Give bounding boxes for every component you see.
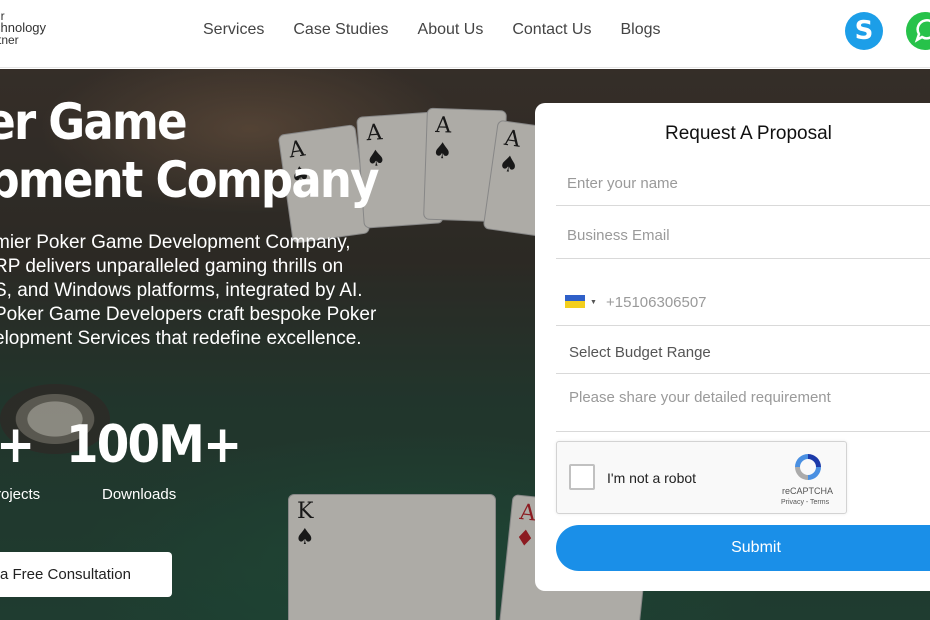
- stat-value: +: [0, 415, 36, 475]
- submit-label: Submit: [731, 539, 781, 556]
- intro-line: elopment Services that redefine excellen…: [0, 328, 362, 349]
- budget-select-label: Select Budget Range: [569, 344, 711, 361]
- intro-line: S, and Windows platforms, integrated by …: [0, 280, 363, 301]
- requirement-placeholder: Please share your detailed requirement: [569, 389, 831, 406]
- logo-line-3: rtner: [0, 33, 19, 47]
- nav-services[interactable]: Services: [203, 20, 264, 40]
- proposal-form: Request A Proposal Enter your name Busin…: [535, 103, 930, 591]
- hero-title-line-1: er Game: [0, 93, 188, 151]
- name-placeholder: Enter your name: [567, 175, 678, 192]
- nav-contact-us[interactable]: Contact Us: [512, 20, 591, 40]
- nav-about-us[interactable]: About Us: [418, 20, 484, 40]
- ukraine-flag-icon[interactable]: [565, 295, 585, 309]
- stat-label: Downloads: [102, 486, 177, 503]
- phone-placeholder: +15106306507: [606, 294, 707, 311]
- requirement-textarea[interactable]: Please share your detailed requirement: [556, 378, 930, 432]
- hero-intro: mier Poker Game Development Company, RP …: [0, 231, 434, 351]
- recaptcha-checkbox[interactable]: [569, 464, 595, 490]
- skype-icon[interactable]: S: [845, 12, 883, 50]
- recaptcha-privacy-terms[interactable]: Privacy - Terms: [781, 499, 829, 506]
- whatsapp-icon[interactable]: [906, 12, 930, 50]
- page: ur chnology rtner Services Case Studies …: [0, 0, 930, 620]
- email-input[interactable]: Business Email: [556, 211, 930, 259]
- intro-line: mier Poker Game Development Company,: [0, 232, 351, 253]
- recaptcha-widget: I'm not a robot reCAPTCHA Privacy - Term…: [556, 441, 847, 514]
- company-logo[interactable]: ur chnology rtner: [0, 10, 74, 46]
- budget-select[interactable]: Select Budget Range: [556, 330, 930, 374]
- stat-value: 100M+: [66, 415, 242, 475]
- intro-line: Poker Game Developers craft bespoke Poke…: [0, 304, 377, 325]
- recaptcha-brand: reCAPTCHA: [782, 486, 834, 496]
- stat-label: rojects: [0, 486, 41, 503]
- recaptcha-icon: [795, 454, 821, 480]
- stat-downloads: 100M+ Downloads: [66, 415, 260, 503]
- name-input[interactable]: Enter your name: [556, 158, 930, 206]
- email-placeholder: Business Email: [567, 227, 670, 244]
- form-title: Request A Proposal: [665, 123, 832, 144]
- stat-projects: + rojects: [0, 415, 40, 503]
- free-consultation-button[interactable]: a Free Consultation: [0, 552, 172, 597]
- hero-title: er Game elopment Company: [0, 93, 379, 209]
- recaptcha-label: I'm not a robot: [607, 470, 697, 486]
- phone-input[interactable]: ▼ +15106306507: [556, 279, 930, 326]
- consultation-label: a Free Consultation: [0, 566, 131, 583]
- main-nav: Services Case Studies About Us Contact U…: [203, 20, 690, 40]
- intro-line: RP delivers unparalleled gaming thrills …: [0, 256, 344, 277]
- chevron-down-icon[interactable]: ▼: [590, 299, 597, 306]
- site-header: ur chnology rtner Services Case Studies …: [0, 0, 930, 68]
- submit-button[interactable]: Submit: [556, 525, 930, 571]
- nav-case-studies[interactable]: Case Studies: [293, 20, 388, 40]
- hero-title-line-2: elopment Company: [0, 151, 379, 209]
- nav-blogs[interactable]: Blogs: [620, 20, 660, 40]
